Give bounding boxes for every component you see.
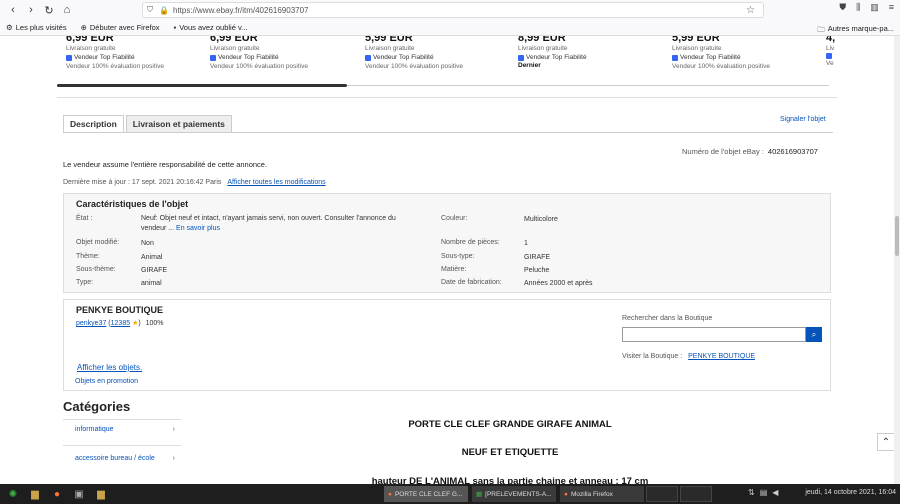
product-card[interactable]: 6,99 EUR Livraison gratuite Vendeur Top … — [210, 36, 360, 71]
top-rated-icon — [210, 54, 216, 61]
bookmark-forgot[interactable]: ▪ Vous avez oublié v... — [174, 23, 248, 32]
browser-toolbar: ‹ › ↻ ⌂ ⛉ 🔒 https://www.ebay.fr/itm/4026… — [0, 0, 900, 20]
visit-store-link[interactable]: PENKYE BOUTIQUE — [688, 353, 755, 360]
similar-products: 6,99 EUR Livraison gratuite Vendeur Top … — [0, 36, 900, 86]
system-tray: ⇅ ▤ ◀ — [748, 488, 778, 497]
report-item-link[interactable]: Signaler l'objet — [780, 116, 826, 123]
menu-icon[interactable]: ≡ — [889, 2, 894, 13]
specifics-title: Caractéristiques de l'objet — [76, 199, 189, 209]
spreadsheet-icon: ▦ — [476, 491, 483, 498]
top-rated-icon — [66, 54, 72, 61]
pocket-icon[interactable]: ⛊ — [839, 2, 846, 13]
item-specifics: Caractéristiques de l'objet État : Neuf:… — [63, 193, 831, 293]
task-spreadsheet[interactable]: ▦ [PRELEVEMENTS-A... — [472, 486, 556, 502]
clipboard-icon[interactable]: ▤ — [760, 488, 768, 497]
visit-store: Visiter la Boutique : PENKYE BOUTIQUE — [622, 353, 756, 360]
promo-items-link[interactable]: Objets en promotion — [75, 378, 138, 385]
back-icon[interactable]: ‹ — [4, 1, 22, 19]
description-title: PORTE CLE CLEF GRANDE GIRAFE ANIMAL — [408, 419, 612, 430]
product-card[interactable]: 6,99 EUR Livraison gratuite Vendeur Top … — [66, 36, 216, 71]
top-rated-icon — [518, 54, 524, 61]
bookmark-star-icon[interactable]: ☆ — [746, 5, 755, 16]
item-tabs: Description Livraison et paiements — [63, 115, 234, 133]
search-icon: ⌕ — [811, 329, 817, 339]
last-update: Dernière mise à jour : 17 sept. 2021 20:… — [63, 179, 326, 186]
store-search-label: Rechercher dans la Boutique — [622, 315, 713, 322]
files-icon[interactable]: ▆ — [92, 486, 110, 502]
tab-underline — [63, 132, 833, 133]
bookmark-most-visited[interactable]: ⚙ Les plus visités — [6, 23, 67, 32]
page-scrollbar[interactable] — [894, 36, 900, 484]
forward-icon[interactable]: › — [22, 1, 40, 19]
terminal-icon[interactable]: ▣ — [70, 486, 88, 502]
taskbar: ✺ ▆ ● ▣ ▆ ● PORTE CLE CLEF G... ▦ [PRELEVE… — [0, 484, 900, 504]
divider — [57, 97, 837, 98]
category-item[interactable]: informatique › — [63, 419, 181, 443]
gear-icon: ⚙ — [6, 23, 13, 32]
library-icon[interactable]: ⫼ — [856, 2, 860, 13]
description-line: NEUF ET ETIQUETTE — [461, 447, 559, 458]
reader-icon[interactable]: ▥ — [870, 2, 879, 13]
product-card[interactable]: 8,99 EUR Livraison gratuite Vendeur Top … — [518, 36, 668, 69]
clock[interactable]: jeudi, 14 octobre 2021, 16:04 — [805, 489, 896, 496]
product-card[interactable]: 5,99 EUR Livraison gratuite Vendeur Top … — [672, 36, 822, 71]
show-items-link[interactable]: Afficher les objets. — [77, 363, 142, 372]
seller-user-link[interactable]: penkye37 — [76, 320, 106, 327]
learn-more-link[interactable]: En savoir plus — [176, 225, 220, 232]
volume-icon[interactable]: ◀ — [772, 488, 778, 497]
url-bar[interactable]: ⛉ 🔒 https://www.ebay.fr/itm/402616903707… — [142, 2, 764, 18]
workspace-1[interactable] — [646, 486, 678, 502]
task-firefox[interactable]: ● Mozilla Firefox — [560, 486, 644, 502]
shield-icon: ⛉ — [147, 5, 153, 14]
firefox-icon: ● — [564, 490, 568, 498]
chevron-right-icon: › — [172, 455, 175, 462]
star-icon: ★ — [132, 320, 139, 327]
firefox-icon[interactable]: ● — [48, 486, 66, 502]
categories-title: Catégories — [63, 399, 131, 414]
folder-icon[interactable]: ▆ — [26, 486, 44, 502]
description-line: hauteur DE L'ANIMAL sans la partie chain… — [371, 476, 649, 484]
bookmarks-bar: ⚙ Les plus visités ⊕ Débuter avec Firefox … — [0, 20, 900, 36]
bookmark-getting-started[interactable]: ⊕ Débuter avec Firefox — [81, 23, 160, 32]
globe-icon: ⊕ — [80, 23, 87, 32]
scrollbar-thumb[interactable] — [895, 216, 899, 256]
reload-icon[interactable]: ↻ — [40, 1, 58, 19]
network-icon[interactable]: ⇅ — [748, 488, 755, 497]
product-card[interactable]: 4, Liv Ve — [826, 36, 856, 68]
top-rated-icon — [365, 54, 371, 61]
category-item[interactable]: accessoire bureau / école › — [63, 445, 181, 475]
url-text[interactable]: https://www.ebay.fr/itm/402616903707 — [173, 6, 309, 15]
seller-feedback: penkye37 (12385 ★) 100% — [76, 320, 164, 327]
item-number: Numéro de l'objet eBay :402616903707 — [682, 147, 818, 156]
task-firefox-item[interactable]: ● PORTE CLE CLEF G... — [384, 486, 468, 502]
product-card[interactable]: 5,99 EUR Livraison gratuite Vendeur Top … — [365, 36, 515, 71]
page-content: 6,99 EUR Livraison gratuite Vendeur Top … — [0, 36, 900, 484]
seller-name: PENKYE BOUTIQUE — [76, 305, 164, 315]
store-search-input[interactable] — [622, 327, 806, 342]
top-rated-icon — [672, 54, 678, 61]
tab-description[interactable]: Description — [63, 115, 124, 133]
firefox-icon: ● — [388, 490, 392, 498]
start-menu-icon[interactable]: ✺ — [4, 486, 22, 502]
page-icon: ▪ — [173, 23, 177, 32]
back-to-top-button[interactable]: ⌃ — [877, 433, 895, 451]
carousel-scrollbar[interactable] — [57, 84, 347, 87]
tab-shipping-payment[interactable]: Livraison et paiements — [125, 115, 232, 133]
condition-value: Neuf: Objet neuf et intact, n'ayant jama… — [141, 215, 396, 232]
show-all-changes-link[interactable]: Afficher toutes les modifications — [227, 179, 325, 186]
search-button[interactable]: ⌕ — [806, 327, 822, 342]
home-icon[interactable]: ⌂ — [58, 1, 76, 19]
seller-panel: PENKYE BOUTIQUE penkye37 (12385 ★) 100% … — [63, 299, 831, 391]
lock-icon: 🔒 — [159, 5, 169, 15]
seller-responsibility: Le vendeur assume l'entière responsabili… — [63, 160, 268, 169]
feedback-score-link[interactable]: 12385 — [111, 320, 130, 327]
workspace-2[interactable] — [680, 486, 712, 502]
chevron-right-icon: › — [172, 426, 175, 433]
chevron-up-icon: ⌃ — [881, 436, 891, 448]
